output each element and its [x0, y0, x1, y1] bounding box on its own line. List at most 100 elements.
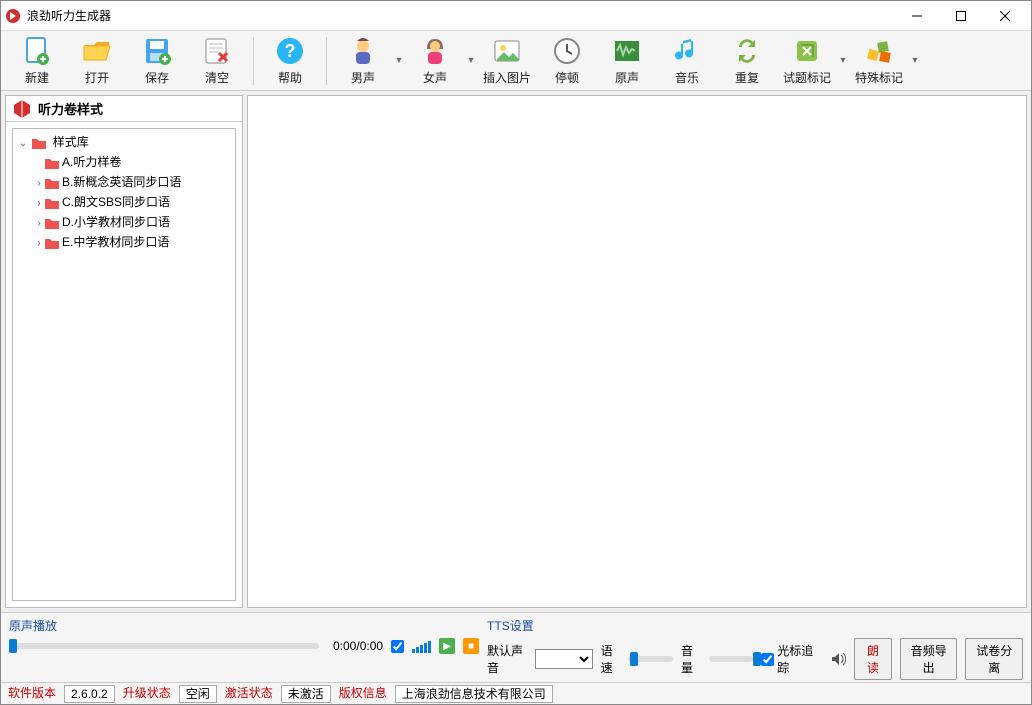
tree-item[interactable]: › C.朗文SBS同步口语 [33, 193, 233, 213]
side-panel-header: 听力卷样式 [6, 96, 242, 122]
status-upgrade-key: 升级状态 [117, 685, 177, 703]
voice-select[interactable] [535, 649, 593, 669]
music-note-icon [671, 35, 703, 67]
read-button[interactable]: 朗读 [854, 638, 892, 680]
tree-twisty[interactable]: › [33, 175, 45, 193]
status-version-value: 2.6.0.2 [64, 685, 115, 703]
music-button[interactable]: 音乐 [659, 33, 715, 89]
repeat-button[interactable]: 重复 [719, 33, 775, 89]
bottom-panel: 原声播放 0:00/0:00 ▶ ■ TTS设置 默认声音 语速 音量 光标追踪 [1, 612, 1031, 682]
volume-slider[interactable] [709, 656, 754, 662]
status-version-key: 软件版本 [2, 685, 62, 703]
tree-item-label: A.听力样卷 [62, 155, 121, 169]
test-mark-dropdown[interactable]: ▾ [837, 33, 849, 89]
status-activation-key: 激活状态 [219, 685, 279, 703]
tree-item-label: D.小学教材同步口语 [62, 215, 170, 229]
status-upgrade-value: 空闲 [179, 685, 217, 703]
stop-button[interactable]: ■ [463, 638, 479, 654]
tree-item-label: E.中学教材同步口语 [62, 235, 169, 249]
test-mark-icon [791, 35, 823, 67]
voice-label: 默认声音 [487, 642, 527, 676]
male-voice-button[interactable]: 男声 [335, 33, 391, 89]
volume-label: 音量 [681, 642, 701, 676]
female-voice-button[interactable]: 女声 [407, 33, 463, 89]
test-mark-button[interactable]: 试题标记 [779, 33, 835, 89]
save-button[interactable]: 保存 [129, 33, 185, 89]
side-header-title: 听力卷样式 [38, 99, 103, 118]
tree-twisty[interactable]: › [33, 235, 45, 253]
time-display: 0:00/0:00 [333, 639, 383, 653]
original-sound-button[interactable]: 原声 [599, 33, 655, 89]
folder-icon [45, 177, 59, 189]
status-copyright-value: 上海浪劲信息技术有限公司 [395, 685, 553, 703]
tree-twisty[interactable]: ⌄ [17, 135, 29, 153]
title-bar: 浪劲听力生成器 [1, 1, 1031, 31]
status-activation-value: 未激活 [281, 685, 331, 703]
side-header-icon [12, 99, 32, 119]
help-button[interactable]: ? 帮助 [262, 33, 318, 89]
tree-item[interactable]: › D.小学教材同步口语 [33, 213, 233, 233]
clear-icon [201, 35, 233, 67]
special-mark-icon [863, 35, 895, 67]
minimize-button[interactable] [895, 2, 939, 30]
export-audio-button[interactable]: 音频导出 [900, 638, 958, 680]
window-title: 浪劲听力生成器 [27, 7, 111, 24]
picture-icon [491, 35, 523, 67]
speaker-icon [830, 651, 846, 667]
pause-button[interactable]: 停顿 [539, 33, 595, 89]
tree-item-label: B.新概念英语同步口语 [62, 175, 181, 189]
folder-icon [32, 137, 46, 149]
clear-button[interactable]: 清空 [189, 33, 245, 89]
save-icon [141, 35, 173, 67]
tree-item[interactable]: › E.中学教材同步口语 [33, 233, 233, 253]
tree-twisty[interactable]: › [33, 195, 45, 213]
tree-item[interactable]: A.听力样卷 [33, 153, 233, 173]
editor-area[interactable] [247, 95, 1027, 608]
special-mark-dropdown[interactable]: ▾ [909, 33, 921, 89]
status-bar: 软件版本 2.6.0.2 升级状态 空闲 激活状态 未激活 版权信息 上海浪劲信… [1, 682, 1031, 704]
app-icon [5, 8, 21, 24]
tts-section-label: TTS设置 [487, 617, 1023, 634]
new-button[interactable]: 新建 [9, 33, 65, 89]
folder-icon [45, 197, 59, 209]
female-icon [419, 35, 451, 67]
insert-picture-button[interactable]: 插入图片 [479, 33, 535, 89]
player-section-label: 原声播放 [9, 617, 479, 634]
repeat-icon [731, 35, 763, 67]
open-button[interactable]: 打开 [69, 33, 125, 89]
male-icon [347, 35, 379, 67]
toolbar-separator [326, 37, 327, 85]
help-icon: ? [274, 35, 306, 67]
play-button[interactable]: ▶ [439, 638, 455, 654]
male-voice-dropdown[interactable]: ▾ [393, 33, 405, 89]
toolbar: 新建 打开 保存 清空 ? 帮助 男声 ▾ 女声 ▾ 插入图片 停顿 原声 音乐 [1, 31, 1031, 91]
tree-item-label: C.朗文SBS同步口语 [62, 195, 170, 209]
main-area: 听力卷样式 ⌄ 样式库 A.听力样卷 › B.新概念英语同步口语 › C.朗文SBS… [1, 91, 1031, 612]
style-tree[interactable]: ⌄ 样式库 A.听力样卷 › B.新概念英语同步口语 › C.朗文SBS同步口语 ›… [12, 128, 236, 601]
female-voice-dropdown[interactable]: ▾ [465, 33, 477, 89]
close-button[interactable] [983, 2, 1027, 30]
tree-root-label: 样式库 [53, 135, 89, 149]
clock-icon [551, 35, 583, 67]
new-file-icon [21, 35, 53, 67]
cursor-track-checkbox[interactable]: 光标追踪 [761, 642, 814, 676]
toolbar-separator [253, 37, 254, 85]
side-panel: 听力卷样式 ⌄ 样式库 A.听力样卷 › B.新概念英语同步口语 › C.朗文SBS… [5, 95, 243, 608]
special-mark-button[interactable]: 特殊标记 [851, 33, 907, 89]
folder-open-icon [81, 35, 113, 67]
speed-slider[interactable] [628, 656, 673, 662]
split-paper-button[interactable]: 试卷分离 [965, 638, 1023, 680]
folder-icon [45, 217, 59, 229]
tree-item[interactable]: › B.新概念英语同步口语 [33, 173, 233, 193]
tree-root[interactable]: ⌄ 样式库 A.听力样卷 › B.新概念英语同步口语 › C.朗文SBS同步口语 ›… [17, 133, 233, 253]
player-checkbox[interactable] [391, 640, 404, 653]
speed-label: 语速 [601, 642, 621, 676]
maximize-button[interactable] [939, 2, 983, 30]
tree-twisty[interactable]: › [33, 215, 45, 233]
svg-text:?: ? [285, 41, 296, 61]
folder-icon [45, 157, 59, 169]
seek-slider[interactable] [9, 643, 319, 649]
status-copyright-key: 版权信息 [333, 685, 393, 703]
folder-icon [45, 237, 59, 249]
waveform-icon [611, 35, 643, 67]
